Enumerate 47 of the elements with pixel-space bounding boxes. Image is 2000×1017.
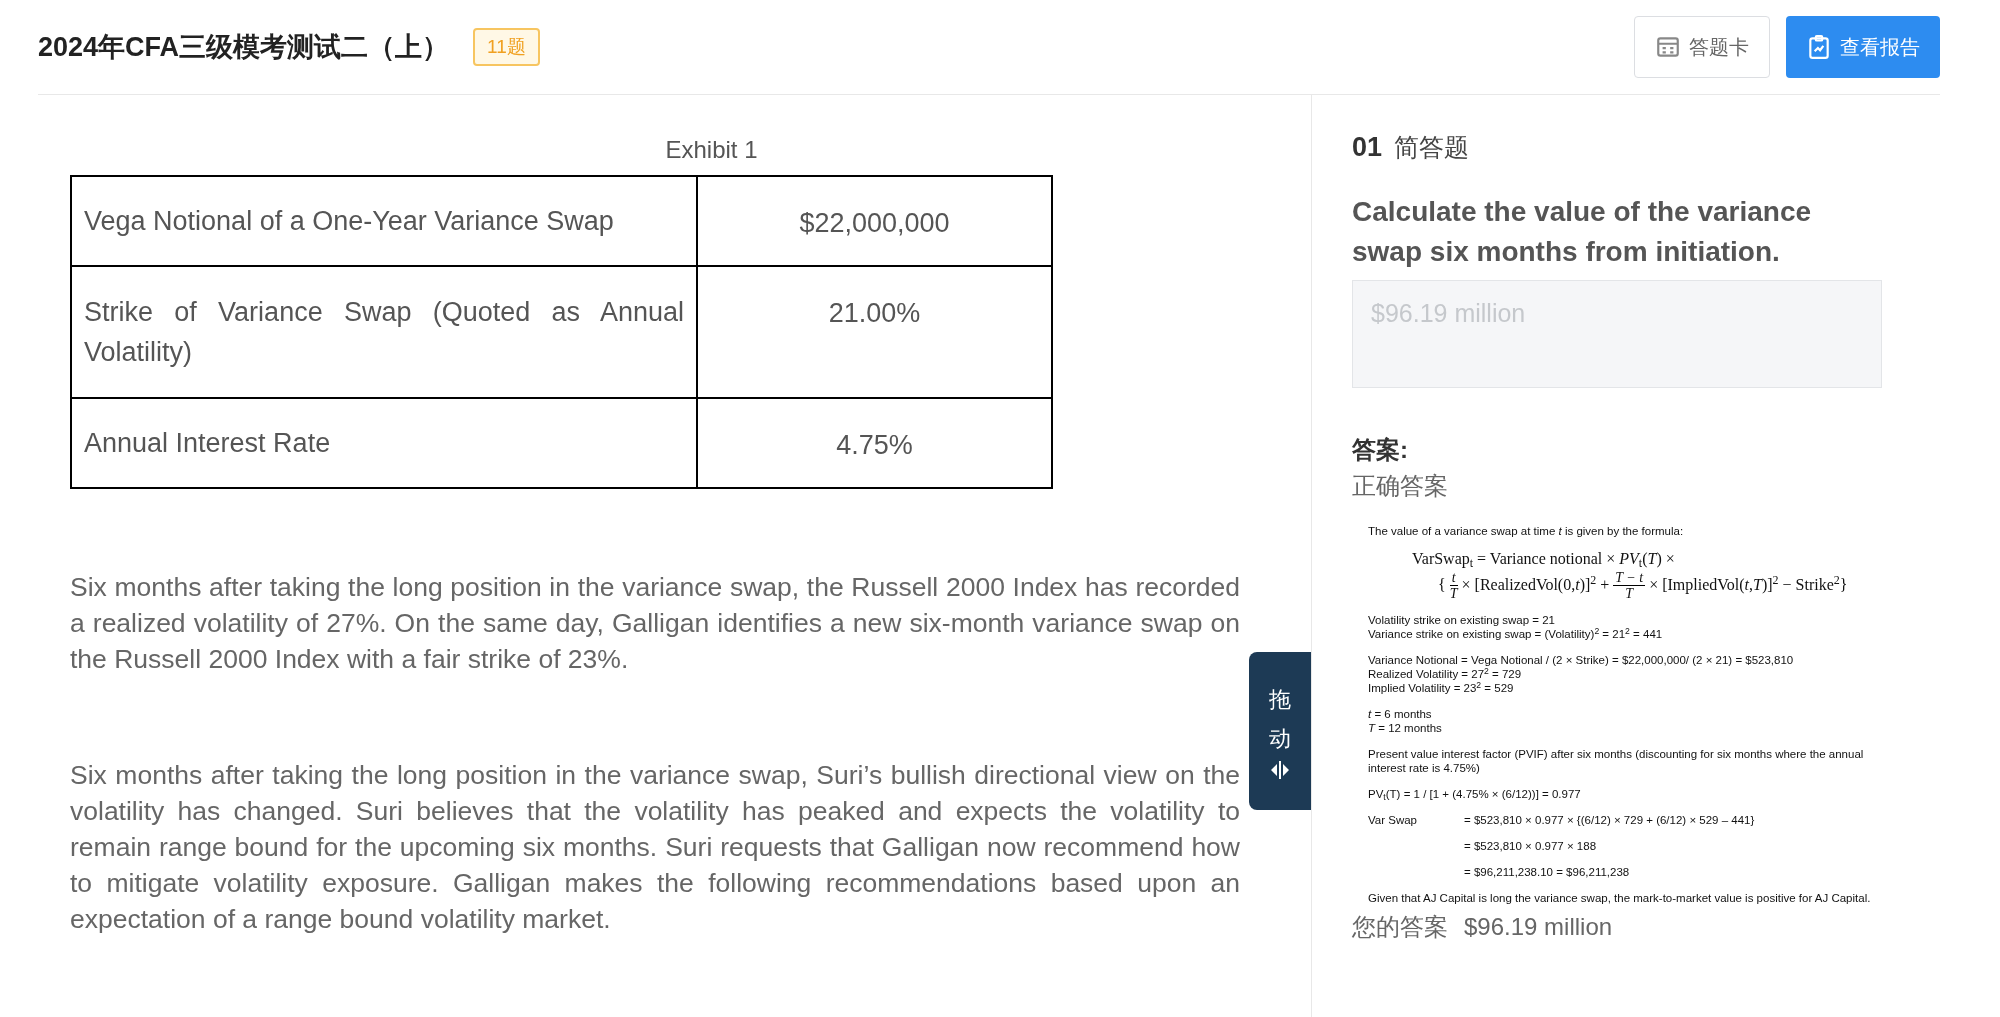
table-cell-text: Strike of Variance Swap (Quoted as Annual Volatility) [84,295,684,369]
fraction: t T [1449,569,1458,602]
question-count-badge: 11题 [473,27,540,67]
solution-line: Given that AJ Capital is long the variance swap, the mark-to-market value is positive for AJ Capital. [1368,891,1872,906]
calc-label: Var Swap [1368,814,1417,827]
drag-label: 动 [1269,725,1291,753]
answer-sheet-button[interactable]: 答题卡 [1634,16,1770,78]
solution-line: Volatility strike on existing swap = 21 [1368,613,1556,628]
formula-line: VarSwap$_{t}$ = Variance notional × PV$_{t}$(T) × [1412,551,1676,566]
calc-line: = $523,810 × 0.977 × 188 [1464,839,1597,854]
correct-answer-label: 正确答案 [1352,470,1449,501]
solution-line: PV$_{t}$(T) = 1 / [1 + (4.75% × (6/12))] = 0.977 [1368,787,1582,802]
question-number: 01 [1352,131,1383,164]
drag-handle[interactable]: 拖 动 [1249,652,1311,810]
clipboard-chart-icon [1806,34,1832,60]
calc-line: = $96,211,238.10 = $96,211,238 [1464,865,1630,880]
formula-text: { [1438,578,1446,593]
passage-paragraph: Six months after taking the long position in the variance swap, the Russell 2000 Index has recorded a realized volatility of 27%. On the same day, Galligan identifies a new six-month variance swap on the Russell 2000 Index with a fair strike of 23%. [70,571,1240,676]
solution-line: Realized Volatility = 27$^{2}$ = 729 [1368,667,1523,682]
table-cell-text: Annual Interest Rate [84,426,332,460]
solution-line: t = 6 months [1368,707,1433,722]
your-answer-value: $96.19 million [1464,912,1613,943]
passage-paragraph: Six months after taking the long position in the variance swap, Suri’s bullish directional view on the volatility has changed. Suri believes that the volatility has peaked and expects the volatility to remain range bound for the upcoming six months. Suri requests that Galligan now recommend how to mitigate volatility exposure. Galligan makes the following recommendations based upon an expectation of a range bound volatility market. [70,759,1240,936]
solution-line: Implied Volatility = 23$^{2}$ = 529 [1368,681,1515,696]
solution-line: The value of a variance swap at time t is given by the formula: [1368,523,1685,538]
table-cell-text: Vega Notional of a One-Year Variance Swap [84,204,615,238]
table-cell: $22,000,000 [799,208,950,238]
question-type: 简答题 [1394,131,1470,163]
formula-text: × [ImpliedVol(t,T)]$^{2}$ − Strike$^{2}$} [1649,578,1848,593]
solution-line: T = 12 months [1368,721,1443,736]
solution-line: Variance Notional = Vega Notional / (2 × Strike) = $22,000,000/ (2 × 21) = $523,810 [1368,653,1795,668]
calc-line: = $523,810 × 0.977 × {(6/12) × 729 + (6/12) × 529 – 441} [1464,813,1755,828]
solution-line: Present value interest factor (PVIF) after six months (discounting for six months where the annual interest rate is 4.75%) [1368,747,1865,776]
table-icon [1655,34,1681,60]
solution-line: Variance strike on existing swap = (Volatility)$^{2}$ = 21$^{2}$ = 441 [1368,627,1664,642]
table-cell: 21.00% [828,298,921,328]
fraction: T − t T [1613,569,1646,602]
exhibit-caption: Exhibit 1 [665,135,758,165]
table-cell: 4.75% [836,430,913,460]
page-title: 2024年CFA三级模考测试二（上） [38,30,450,64]
answer-heading: 答案: [1352,434,1409,465]
question-prompt: Calculate the value of the variance swap six months from initiation. [1352,194,1813,269]
resize-arrows-icon [1270,761,1290,779]
drag-label: 拖 [1269,686,1291,714]
your-answer-label: 您的答案 [1352,912,1448,943]
formula-text: × [RealizedVol(0,t)]$^{2}$ + [1461,578,1610,593]
view-report-button[interactable]: 查看报告 [1786,16,1940,78]
